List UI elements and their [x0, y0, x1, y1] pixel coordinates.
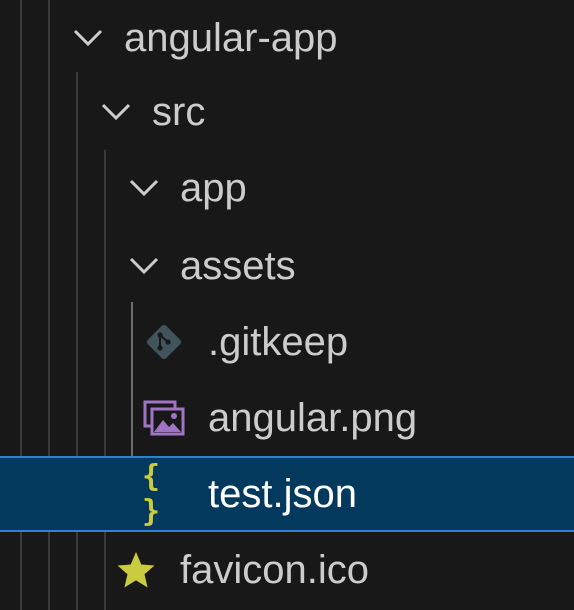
- tree-item-label: favicon.ico: [180, 548, 369, 592]
- tree-item-label: assets: [180, 244, 296, 288]
- chevron-down-icon[interactable]: [68, 0, 108, 76]
- tree-item-label: test.json: [208, 472, 357, 516]
- tree-item-angular-app[interactable]: angular-app: [0, 0, 574, 76]
- tree-item-label: src: [152, 90, 206, 134]
- tree-item-gitkeep[interactable]: .gitkeep: [0, 304, 574, 380]
- git-icon: [142, 304, 186, 380]
- tree-item-src[interactable]: src: [0, 74, 574, 150]
- tree-item-label: angular.png: [208, 396, 418, 440]
- star-icon: [114, 532, 158, 608]
- chevron-down-icon[interactable]: [124, 228, 164, 304]
- tree-item-assets[interactable]: assets: [0, 228, 574, 304]
- tree-item-angular-png[interactable]: angular.png: [0, 380, 574, 456]
- tree-item-label: .gitkeep: [208, 320, 349, 364]
- tree-item-test-json[interactable]: { } test.json: [0, 456, 574, 532]
- tree-item-app[interactable]: app: [0, 150, 574, 226]
- tree-item-label: angular-app: [124, 16, 338, 60]
- chevron-down-icon[interactable]: [96, 74, 136, 150]
- image-icon: [142, 380, 186, 456]
- chevron-down-icon[interactable]: [124, 150, 164, 226]
- json-icon: { }: [142, 459, 162, 529]
- tree-item-label: app: [180, 166, 247, 210]
- tree-item-favicon-ico[interactable]: favicon.ico: [0, 532, 574, 608]
